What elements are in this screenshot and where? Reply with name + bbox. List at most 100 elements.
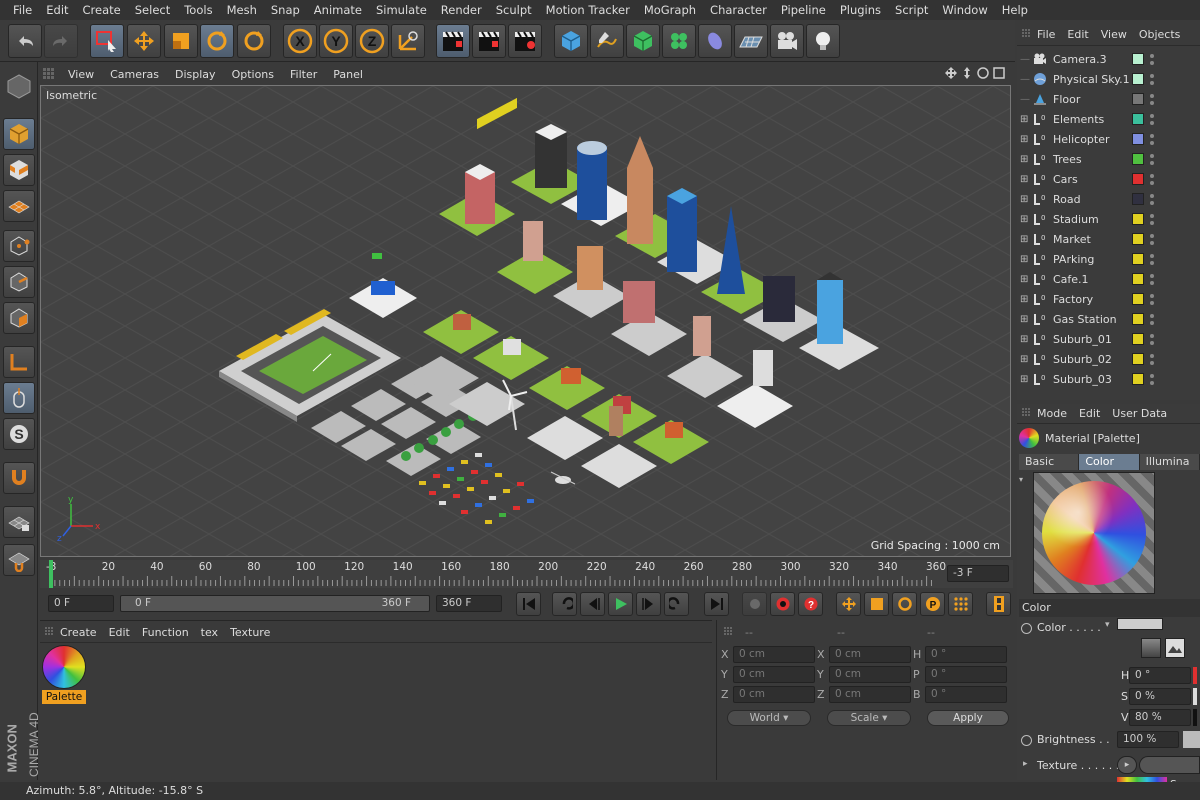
object-row-suburb-03[interactable]: ⊞ 0 Suburb_03 [1017,369,1200,389]
expand-icon[interactable]: ⊞ [1020,274,1028,285]
viewport-menu-cameras[interactable]: Cameras [102,68,167,81]
planar-workplane-button[interactable] [3,544,35,576]
z-axis-lock-button[interactable]: Z [355,24,389,58]
coordinate-system-button[interactable] [391,24,425,58]
hue-slider[interactable] [1193,667,1197,684]
expand-icon[interactable]: ⊞ [1020,374,1028,385]
cube-button[interactable] [554,24,588,58]
timeline-ruler[interactable]: -320406080100120140160180200220240260280… [40,560,1013,588]
visibility-dots-icon[interactable] [1150,233,1155,245]
preview-collapse-icon[interactable]: ▾ [1019,475,1023,484]
menu-create[interactable]: Create [76,0,128,20]
expand-icon[interactable]: ⊞ [1020,134,1028,145]
viewport-isometric[interactable]: y x z Isometric Grid Spacing : 1000 cm [40,85,1011,557]
expand-icon[interactable]: ⊞ [1020,254,1028,265]
go-to-end-button[interactable] [704,592,729,616]
menu-help[interactable]: Help [995,0,1035,20]
visibility-dots-icon[interactable] [1150,133,1155,145]
menu-tools[interactable]: Tools [177,0,219,20]
frame-range-slider[interactable]: 0 F 360 F [120,595,430,612]
visibility-dots-icon[interactable] [1150,293,1155,305]
coord-value-field[interactable]: 0 ° [925,666,1007,683]
visibility-dots-icon[interactable] [1150,93,1155,105]
layer-color-swatch[interactable] [1132,373,1144,385]
expand-icon[interactable]: ⊞ [1020,354,1028,365]
zoom-icon[interactable] [961,67,973,79]
object-row-suburb-01[interactable]: ⊞ 0 Suburb_01 [1017,329,1200,349]
pan-icon[interactable] [945,67,957,79]
material-menu-create[interactable]: Create [54,626,103,639]
animate-color-radio[interactable] [1021,623,1032,634]
menu-character[interactable]: Character [703,0,774,20]
object-row-stadium[interactable]: ⊞ 0 Stadium [1017,209,1200,229]
visibility-dots-icon[interactable] [1150,53,1155,65]
expand-icon[interactable]: ⊞ [1020,154,1028,165]
menu-render[interactable]: Render [434,0,489,20]
object-menu-edit[interactable]: Edit [1061,28,1094,41]
workplane-mode-button[interactable] [3,190,35,222]
color-picker-swatch-icon[interactable] [1141,638,1161,658]
expand-icon[interactable]: ⊞ [1020,174,1028,185]
expand-icon[interactable]: ⊞ [1020,234,1028,245]
menu-select[interactable]: Select [128,0,177,20]
visibility-dots-icon[interactable] [1150,73,1155,85]
subdivision-button[interactable] [626,24,660,58]
layer-color-swatch[interactable] [1132,133,1144,145]
layer-color-swatch[interactable] [1132,193,1144,205]
size-mode-dropdown[interactable]: Scale ▾ [827,710,911,726]
floor-button[interactable] [734,24,768,58]
coord-value-field[interactable]: 0 ° [925,686,1007,703]
timeline-window-button[interactable] [986,592,1011,616]
object-row-helicopter[interactable]: ⊞ 0 Helicopter [1017,129,1200,149]
value-slider[interactable] [1193,709,1197,726]
expand-icon[interactable]: ⊞ [1020,314,1028,325]
recent-tool-button[interactable] [237,24,271,58]
object-row-cars[interactable]: ⊞ 0 Cars [1017,169,1200,189]
brightness-field[interactable]: 100 % [1117,731,1179,748]
value-field[interactable]: 80 % [1129,709,1191,726]
menu-plugins[interactable]: Plugins [833,0,888,20]
menu-file[interactable]: File [6,0,39,20]
menu-mesh[interactable]: Mesh [220,0,264,20]
go-to-start-button[interactable] [516,592,541,616]
coord-value-field[interactable]: 0 cm [829,646,911,663]
play-button[interactable] [608,592,633,616]
position-track-button[interactable] [836,592,861,616]
attribute-menu-edit[interactable]: Edit [1073,407,1106,420]
deformer-button[interactable] [698,24,732,58]
object-row-parking[interactable]: ⊞ 0 PArking [1017,249,1200,269]
scale-button[interactable] [164,24,198,58]
polygons-mode-button[interactable] [3,302,35,334]
expand-icon[interactable]: ⊞ [1020,214,1028,225]
menu-window[interactable]: Window [935,0,994,20]
y-axis-lock-button[interactable]: Y [319,24,353,58]
layer-color-swatch[interactable] [1132,333,1144,345]
layer-color-swatch[interactable] [1132,53,1144,65]
visibility-dots-icon[interactable] [1150,193,1155,205]
object-row-factory[interactable]: ⊞ 0 Factory [1017,289,1200,309]
object-row-road[interactable]: ⊞ 0 Road [1017,189,1200,209]
object-row-elements[interactable]: ⊞ 0 Elements [1017,109,1200,129]
orbit-icon[interactable] [977,67,989,79]
menu-simulate[interactable]: Simulate [369,0,434,20]
layer-color-swatch[interactable] [1132,153,1144,165]
color-swatch[interactable] [1117,618,1163,630]
current-frame-field[interactable]: -3 F [947,565,1009,582]
live-selection-button[interactable] [90,24,124,58]
attribute-menu-user-data[interactable]: User Data [1106,407,1173,420]
locked-workplane-button[interactable] [3,506,35,538]
object-row-market[interactable]: ⊞ 0 Market [1017,229,1200,249]
menu-sculpt[interactable]: Sculpt [489,0,539,20]
visibility-dots-icon[interactable] [1150,273,1155,285]
model-mode-button[interactable] [3,118,35,150]
camera-button[interactable] [770,24,804,58]
visibility-dots-icon[interactable] [1150,173,1155,185]
axis-mode-button[interactable] [3,346,35,378]
keyframe-selection-button[interactable]: ? [798,592,823,616]
animate-brightness-radio[interactable] [1021,735,1032,746]
playhead[interactable] [49,560,53,588]
maximize-view-icon[interactable] [993,67,1005,79]
visibility-dots-icon[interactable] [1150,373,1155,385]
tweak-mode-button[interactable] [3,382,35,414]
redo-button[interactable] [44,24,78,58]
